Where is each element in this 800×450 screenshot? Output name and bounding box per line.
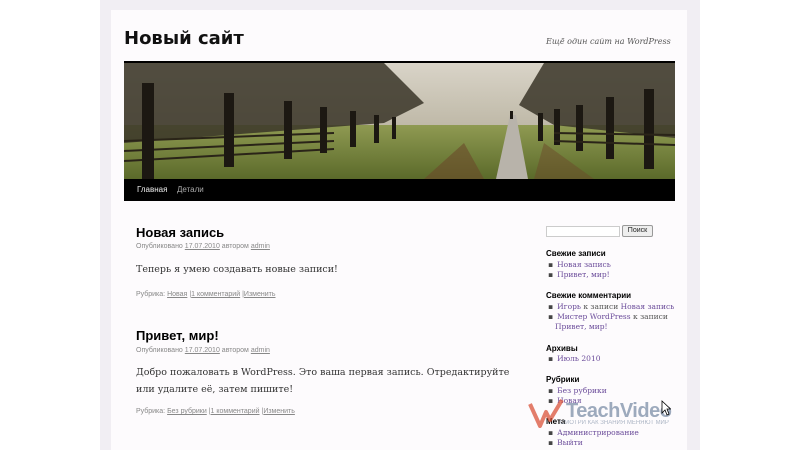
- meta-item[interactable]: ▪ Администрирование: [548, 428, 639, 437]
- post-meta-prefix: Опубликовано: [136, 347, 183, 354]
- widget-title-recent-comments: Свежие комментарии: [546, 291, 632, 300]
- category-prefix: Рубрика:: [136, 291, 166, 298]
- bullet-icon: ▪: [548, 260, 554, 269]
- post-utility: Рубрика: Новая |1 комментарий |Изменить: [136, 291, 276, 298]
- category-link[interactable]: Новая: [167, 291, 187, 298]
- recent-comment-item: ▪ Игорь к записи Новая запись: [548, 302, 674, 311]
- bullet-icon: ▪: [548, 312, 554, 321]
- widget-title-recent-posts: Свежие записи: [546, 249, 606, 258]
- watermark-tagline: СМОТРИ КАК ЗНАНИЯ МЕНЯЮТ МИР: [560, 420, 669, 426]
- post-meta: Опубликовано 17.07.2010 автором admin: [136, 347, 270, 354]
- widget-title-categories: Рубрики: [546, 375, 580, 384]
- post-title[interactable]: Привет, мир!: [136, 328, 219, 343]
- post-meta: Опубликовано 17.07.2010 автором admin: [136, 243, 270, 250]
- mouse-cursor-icon: [661, 400, 671, 416]
- meta-item[interactable]: ▪ Выйти: [548, 438, 583, 447]
- post-author-link[interactable]: admin: [251, 347, 270, 354]
- recent-post-link[interactable]: Новая запись: [557, 260, 611, 269]
- recent-comment-item: ▪ Мистер WordPress к записи: [548, 312, 668, 321]
- comments-link[interactable]: 1 комментарий: [211, 408, 260, 415]
- search-input[interactable]: [546, 226, 620, 237]
- category-link[interactable]: Без рубрики: [557, 386, 607, 395]
- post-content: Теперь я умею создавать новые записи!: [136, 264, 338, 275]
- header-image: [124, 61, 675, 179]
- post-author-link[interactable]: admin: [251, 243, 270, 250]
- bullet-icon: ▪: [548, 270, 554, 279]
- archive-item[interactable]: ▪ Июль 2010: [548, 354, 600, 363]
- post-utility: Рубрика: Без рубрики |1 комментарий |Изм…: [136, 408, 295, 415]
- bullet-icon: ▪: [548, 354, 554, 363]
- post-date-link[interactable]: 17.07.2010: [185, 243, 220, 250]
- category-item[interactable]: ▪ Без рубрики: [548, 386, 607, 395]
- meta-link[interactable]: Администрирование: [557, 428, 639, 437]
- comment-connector: к записи: [633, 312, 668, 321]
- edit-link[interactable]: Изменить: [263, 408, 295, 415]
- post-content: Добро пожаловать в WordPress. Это ваша п…: [136, 367, 510, 395]
- main-nav: Главная Детали: [124, 179, 675, 201]
- comment-connector: к записи: [583, 302, 619, 311]
- bullet-icon: ▪: [548, 302, 554, 311]
- archive-link[interactable]: Июль 2010: [557, 354, 600, 363]
- bullet-icon: ▪: [548, 386, 554, 395]
- nav-item-home[interactable]: Главная: [137, 185, 167, 194]
- post-date-link[interactable]: 17.07.2010: [185, 347, 220, 354]
- comments-link[interactable]: 1 комментарий: [191, 291, 240, 298]
- recent-post-item[interactable]: ▪ Привет, мир!: [548, 270, 610, 279]
- bullet-icon: ▪: [548, 438, 554, 447]
- comment-post-link[interactable]: Привет, мир!: [555, 322, 608, 331]
- post-meta-by: автором: [221, 243, 249, 250]
- site-description: Ещё один сайт на WordPress: [546, 37, 671, 46]
- site-title[interactable]: Новый сайт: [124, 28, 244, 49]
- comment-author[interactable]: Мистер WordPress: [557, 312, 631, 321]
- search-button[interactable]: Поиск: [622, 225, 653, 237]
- bullet-icon: ▪: [548, 428, 554, 437]
- category-link[interactable]: Без рубрики: [167, 408, 207, 415]
- left-margin: [0, 0, 100, 450]
- post-meta-by: автором: [221, 347, 249, 354]
- right-margin: [700, 0, 800, 450]
- post-title[interactable]: Новая запись: [136, 225, 224, 240]
- comment-post-link[interactable]: Новая запись: [621, 302, 675, 311]
- post-meta-prefix: Опубликовано: [136, 243, 183, 250]
- nav-item-details[interactable]: Детали: [177, 185, 204, 194]
- category-prefix: Рубрика:: [136, 408, 166, 415]
- teachvideo-logo-icon: [528, 398, 564, 428]
- edit-link[interactable]: Изменить: [244, 291, 276, 298]
- widget-title-archives: Архивы: [546, 344, 578, 353]
- comment-author[interactable]: Игорь: [557, 302, 581, 311]
- meta-link[interactable]: Выйти: [557, 438, 583, 447]
- recent-post-link[interactable]: Привет, мир!: [557, 270, 610, 279]
- recent-post-item[interactable]: ▪ Новая запись: [548, 260, 611, 269]
